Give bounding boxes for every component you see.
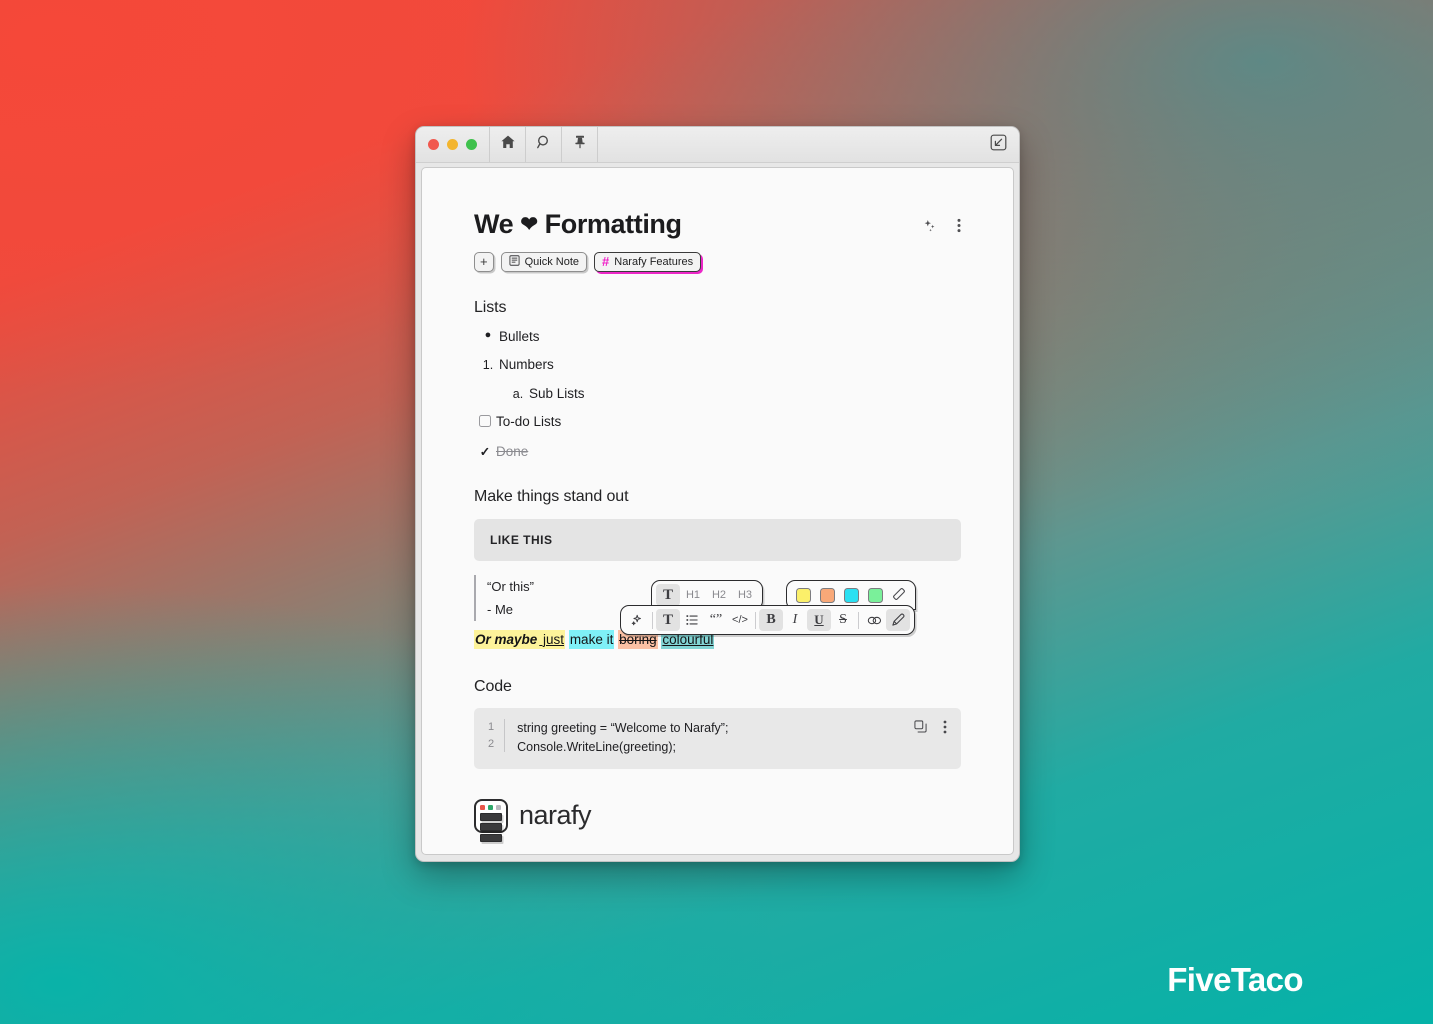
list-button[interactable] (680, 609, 704, 631)
note-header: We ❤ Formatting (474, 209, 961, 240)
swatch-green-icon (867, 587, 883, 603)
list-item[interactable]: a. Sub Lists (474, 384, 961, 404)
text-run-make-it: make it (568, 630, 615, 650)
code-block[interactable]: 1 2 string greeting = “Welcome to Narafy… (474, 707, 961, 769)
line-number: 1 (488, 720, 495, 733)
code-line: Console.WriteLine(greeting); (517, 739, 676, 754)
narafy-logo: narafy (474, 798, 961, 843)
pin-icon (572, 134, 588, 155)
italic-button[interactable]: I (783, 609, 807, 631)
highlight-orange-button[interactable] (815, 584, 839, 606)
hash-icon: # (602, 254, 610, 270)
collapse-button[interactable] (990, 127, 1019, 162)
number-marker: 1. (482, 358, 494, 373)
heading-3-button[interactable]: H3 (732, 584, 758, 606)
note-header-actions (922, 210, 961, 238)
note-more-button[interactable] (957, 218, 961, 238)
search-icon (536, 134, 552, 155)
ai-sparkle-button[interactable] (922, 218, 937, 238)
ai-assist-button[interactable] (625, 609, 649, 631)
tag-quick-note[interactable]: Quick Note (500, 251, 588, 272)
swatch-cyan-icon (843, 587, 859, 603)
list-item[interactable]: 1. Numbers (474, 355, 961, 375)
quote-button[interactable]: “” (704, 609, 728, 631)
note-page: We ❤ Formatting + Quick Note # Narafy Fe… (421, 167, 1014, 855)
text-run-just: just (538, 630, 566, 650)
close-window-button[interactable] (428, 139, 439, 150)
bold-button[interactable]: B (759, 609, 783, 631)
arrow-down-left-icon (990, 134, 1007, 156)
strikethrough-button[interactable]: S (831, 609, 855, 631)
tag-list: + Quick Note # Narafy Features (474, 251, 961, 272)
link-button[interactable] (862, 609, 886, 631)
eraser-icon (892, 587, 906, 604)
maximize-window-button[interactable] (466, 139, 477, 150)
note-icon (509, 254, 520, 269)
home-icon (500, 134, 516, 155)
tag-label: Quick Note (524, 255, 580, 268)
tag-narafy-features[interactable]: # Narafy Features (594, 251, 702, 272)
section-heading-code: Code (474, 677, 512, 695)
highlight-cyan-button[interactable] (839, 584, 863, 606)
checkbox-checked-icon[interactable]: ✓ (474, 442, 496, 461)
code-actions (914, 719, 947, 739)
todo-item-label: To-do Lists (496, 414, 562, 430)
list-item-label: Bullets (499, 328, 540, 344)
swatch-orange-icon (819, 587, 835, 603)
highlight-green-button[interactable] (863, 584, 887, 606)
letter-marker: a. (512, 386, 524, 401)
heading-2-button[interactable]: H2 (706, 584, 732, 606)
todo-item-label: Done (496, 443, 529, 459)
note-content[interactable]: We ❤ Formatting + Quick Note # Narafy Fe… (422, 168, 1013, 854)
heading-1-button[interactable]: H1 (680, 584, 706, 606)
code-more-button[interactable] (943, 720, 947, 739)
list-item[interactable]: ● Bullets (474, 327, 961, 347)
checkbox-unchecked-icon[interactable] (474, 412, 496, 432)
list-item-label: Sub Lists (529, 385, 585, 401)
highlight-clear-button[interactable] (887, 584, 911, 606)
section-heading-standout: Make things stand out (474, 488, 629, 506)
todo-item[interactable]: To-do Lists (474, 412, 961, 432)
minimize-window-button[interactable] (447, 139, 458, 150)
narafy-logo-text: narafy (519, 800, 592, 831)
list-block: ● Bullets 1. Numbers a. Sub Lists To-do … (474, 327, 961, 461)
copy-code-button[interactable] (914, 720, 927, 738)
code-line-numbers: 1 2 (488, 718, 506, 753)
todo-item-done[interactable]: ✓ Done (474, 442, 961, 462)
code-lines[interactable]: string greeting = “Welcome to Narafy”; C… (505, 719, 914, 757)
highlight-yellow-button[interactable] (791, 584, 815, 606)
page-title[interactable]: We ❤ Formatting (474, 209, 922, 240)
add-tag-button[interactable]: + (474, 251, 494, 272)
swatch-yellow-icon (795, 587, 811, 603)
pin-button[interactable] (562, 127, 598, 162)
tag-label: Narafy Features (614, 255, 694, 268)
text-run-or-maybe: Or maybe (474, 630, 539, 650)
window-titlebar (416, 127, 1019, 163)
callout-block[interactable]: LIKE THIS (474, 519, 961, 562)
home-button[interactable] (490, 127, 526, 162)
text-style-button[interactable]: T (656, 609, 680, 631)
heart-icon: ❤ (520, 213, 538, 236)
bullet-icon: ● (484, 328, 492, 341)
code-button[interactable]: </> (728, 609, 752, 631)
title-prefix: We (474, 209, 521, 239)
line-number: 2 (488, 737, 495, 750)
code-line: string greeting = “Welcome to Narafy”; (517, 720, 729, 735)
highlighter-button[interactable] (886, 609, 910, 631)
narafy-logo-icon (474, 798, 508, 843)
underline-button[interactable]: U (807, 609, 831, 631)
traffic-light-group (416, 127, 490, 162)
paragraph-style-button[interactable]: T (656, 584, 680, 606)
fivetaco-watermark: FiveTaco (1167, 961, 1303, 998)
app-window: We ❤ Formatting + Quick Note # Narafy Fe… (415, 126, 1020, 862)
titlebar-spacer (598, 127, 990, 162)
title-suffix: Formatting (537, 209, 682, 239)
section-heading-lists: Lists (474, 298, 507, 316)
list-item-label: Numbers (499, 357, 554, 373)
search-button[interactable] (526, 127, 562, 162)
main-format-bar: T “” </> B I U S (620, 605, 915, 635)
